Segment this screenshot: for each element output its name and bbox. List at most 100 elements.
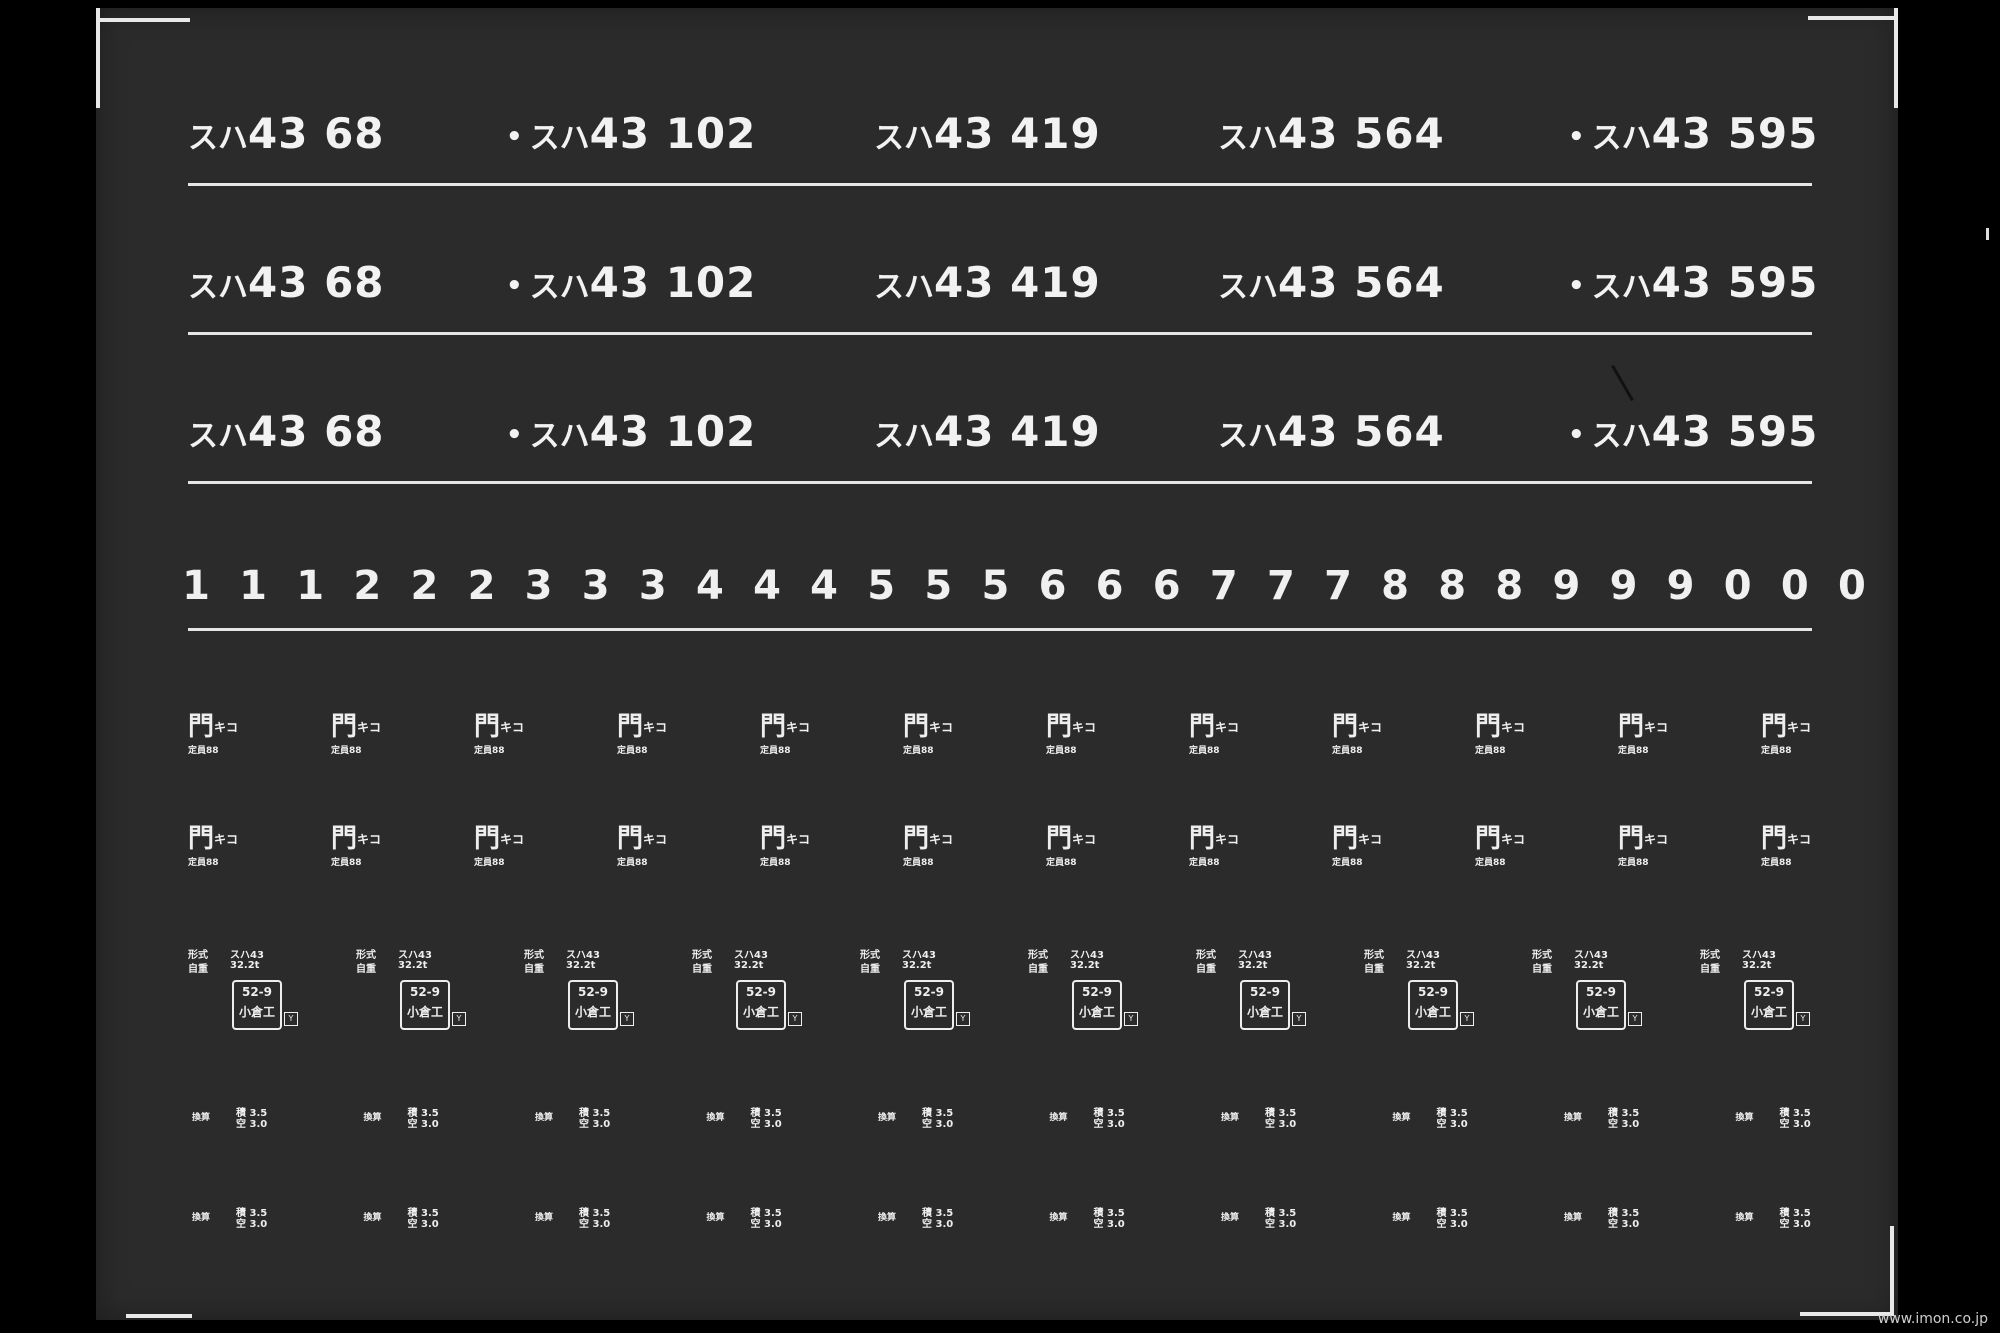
depot-mark: 門キコ 定員88 — [1618, 714, 1669, 756]
car-number: スハ43 68 — [188, 253, 385, 318]
depot-kanji: 門キコ — [760, 824, 811, 854]
corner-mark-bl-h — [126, 1314, 192, 1318]
spare-digit: 3 — [524, 563, 553, 609]
conversion-label: 換算 — [535, 1213, 554, 1223]
spec-label-type: 形式 — [860, 950, 880, 961]
depot-kanji: 門キコ — [1761, 824, 1812, 854]
depot-kana: キコ — [214, 720, 239, 735]
depot-kana: キコ — [1644, 832, 1669, 847]
inspection-date: 52-9 — [1585, 985, 1617, 999]
corner-mark-tl-v — [96, 8, 100, 108]
conversion-label: 換算 — [878, 1213, 897, 1223]
conversion-label: 換算 — [878, 1113, 897, 1123]
inspection-date: 52-9 — [745, 985, 777, 999]
car-digits: 43 102 — [589, 258, 757, 307]
spare-digit: 6 — [1038, 563, 1067, 609]
depot-kanji: 門キコ — [1475, 712, 1526, 742]
inspection-date: 52-9 — [1249, 985, 1281, 999]
car-number: スハ43 564 — [1218, 402, 1445, 467]
capacity-text: 定員88 — [617, 857, 648, 868]
capacity-text: 定員88 — [474, 745, 505, 756]
depot-mark: 門キコ 定員88 — [1761, 824, 1812, 867]
spec-type-value: スハ43 — [1742, 950, 1776, 961]
weight-block: 換算積 3.5 空 3.0 — [1564, 1204, 1664, 1234]
car-digits: 43 595 — [1651, 407, 1819, 456]
empty-weight: 空 3.0 — [1093, 1219, 1125, 1230]
conversion-label: 換算 — [1392, 1113, 1411, 1123]
spare-digit: 1 — [296, 563, 325, 609]
spare-digit: 5 — [867, 563, 896, 609]
car-kana: スハ — [188, 270, 248, 305]
spec-block: 形式 自重 スハ43 32.2t 52-9 小倉工 Y — [860, 946, 1010, 1036]
conversion-label: 換算 — [192, 1213, 211, 1223]
spec-type-value: スハ43 — [398, 950, 432, 961]
corner-mark-tr-v — [1894, 8, 1898, 108]
capacity-text: 定員88 — [1332, 857, 1363, 868]
depot-kanji: 門キコ — [1046, 824, 1097, 854]
weight-block: 換算積 3.5 空 3.0 — [878, 1204, 978, 1234]
dust-speck — [1611, 364, 1634, 402]
capacity-text: 定員88 — [760, 745, 791, 756]
conversion-label: 換算 — [1392, 1213, 1411, 1223]
inspection-date: 52-9 — [577, 985, 609, 999]
inspection-box: 52-9 小倉工 — [1576, 980, 1626, 1030]
spec-label-weight: 自重 — [1700, 964, 1720, 975]
depot-mark: 門キコ 定員88 — [1046, 714, 1096, 755]
spare-digit: 9 — [1666, 563, 1695, 609]
spare-digit: 2 — [410, 563, 439, 609]
inspection-works: 小倉工 — [1750, 1005, 1787, 1019]
car-digits: 43 564 — [1278, 258, 1445, 307]
spec-block: 形式 自重 スハ43 32.2t 52-9 小倉工 Y — [1700, 946, 1850, 1036]
car-kana: スハ — [188, 419, 248, 454]
car-kana: スハ — [874, 419, 934, 454]
depot-kana: キコ — [1215, 832, 1240, 847]
depot-kanji: 門キコ — [903, 712, 954, 742]
conversion-label: 換算 — [706, 1213, 725, 1223]
dot-mark: • — [506, 121, 524, 152]
car-digits: 43 419 — [934, 407, 1101, 456]
car-number: • スハ43 595 — [1568, 402, 1818, 467]
spare-digit: 9 — [1552, 563, 1581, 609]
conversion-label: 換算 — [1221, 1113, 1240, 1123]
empty-weight: 空 3.0 — [750, 1219, 782, 1230]
depot-kana: キコ — [1644, 720, 1669, 735]
empty-weight: 空 3.0 — [1608, 1119, 1640, 1130]
empty-weight: 空 3.0 — [922, 1219, 954, 1230]
inspection-date: 52-9 — [913, 985, 945, 999]
conversion-label: 換算 — [1049, 1113, 1068, 1123]
spare-digit: 6 — [1152, 563, 1181, 609]
inspection-box: 52-9 小倉工 — [568, 980, 618, 1030]
number-row-1: スハ43 68 • スハ43 102 スハ43 419 スハ43 564 • スハ43 59… — [188, 104, 1817, 164]
spare-digit: 4 — [695, 563, 724, 609]
depot-kana: キコ — [1501, 832, 1526, 847]
spare-digit: 5 — [981, 563, 1010, 609]
spec-label-weight: 自重 — [692, 964, 712, 975]
weight-block: 換算積 3.5 空 3.0 — [192, 1104, 292, 1134]
spec-type-value: スハ43 — [1070, 950, 1104, 961]
spare-digit: 3 — [581, 563, 610, 609]
inspection-works: 小倉工 — [742, 1005, 779, 1019]
car-digits: 43 68 — [248, 258, 385, 307]
depot-mark: 門キコ 定員88 — [331, 714, 381, 755]
depot-kanji: 門キコ — [188, 824, 239, 854]
spec-weight-value: 32.2t — [734, 960, 764, 971]
badge-mark: Y — [452, 1012, 466, 1026]
spare-digit: 8 — [1438, 563, 1467, 609]
depot-kanji: 門キコ — [1618, 824, 1669, 854]
spare-digit: 1 — [239, 563, 268, 609]
empty-weight: 空 3.0 — [407, 1219, 439, 1230]
depot-mark: 門キコ 定員88 — [1332, 826, 1382, 868]
inspection-date: 52-9 — [1753, 985, 1785, 999]
inspection-box: 52-9 小倉工 — [904, 980, 954, 1030]
credit-text: www.imon.co.jp — [1877, 1311, 1988, 1327]
car-digits: 43 68 — [248, 407, 385, 456]
depot-kanji: 門キコ — [188, 712, 239, 742]
capacity-text: 定員88 — [1618, 745, 1649, 756]
conversion-label: 換算 — [1221, 1213, 1240, 1223]
spec-block: 形式 自重 スハ43 32.2t 52-9 小倉工 Y — [1028, 946, 1178, 1036]
depot-mark: 門キコ 定員88 — [617, 714, 667, 755]
car-digits: 43 68 — [248, 109, 385, 158]
depot-mark: 門キコ 定員88 — [1189, 714, 1239, 755]
capacity-text: 定員88 — [1189, 857, 1220, 868]
car-kana: スハ — [529, 270, 590, 305]
